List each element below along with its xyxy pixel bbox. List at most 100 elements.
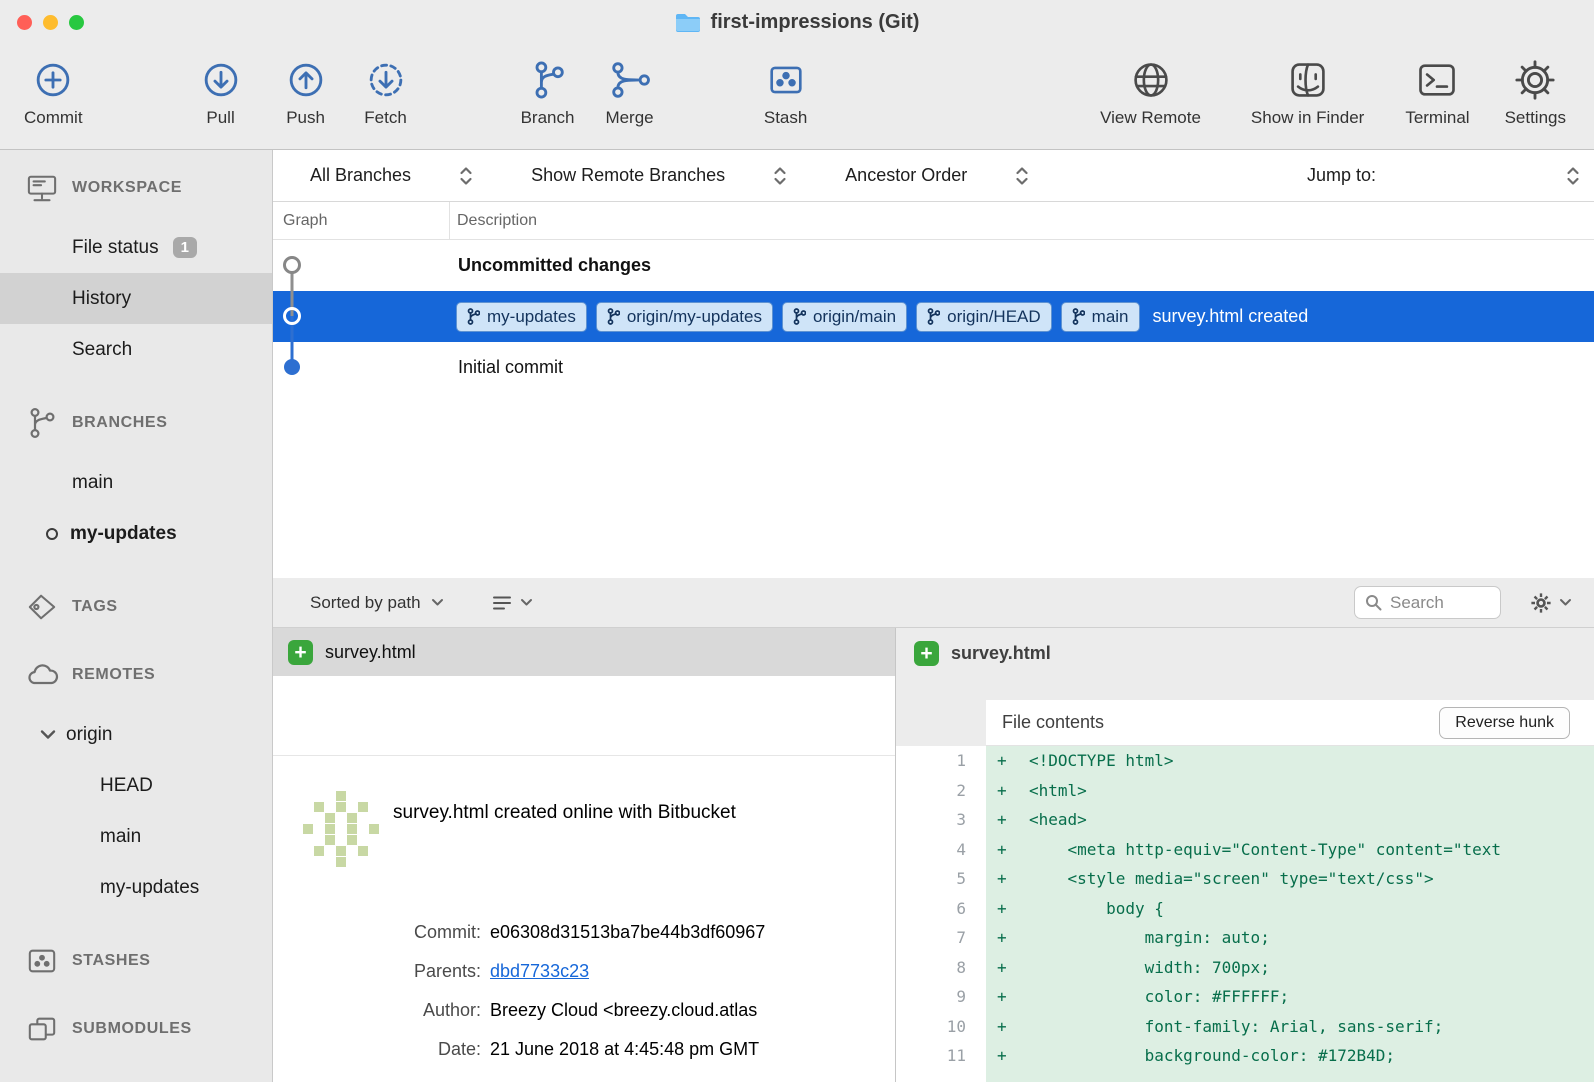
terminal-label: Terminal <box>1405 108 1469 128</box>
reverse-hunk-button[interactable]: Reverse hunk <box>1439 707 1570 739</box>
graph-column-label: Graph <box>283 212 327 230</box>
diff-code: <meta http-equiv="Content-Type" content=… <box>1029 835 1501 865</box>
row-initial-commit[interactable]: Initial commit <box>273 342 1594 393</box>
branch-label-origin-head: origin/HEAD <box>916 302 1052 332</box>
branch-button[interactable]: Branch <box>521 57 575 128</box>
commit-hash-row: Commit: e06308d31513ba7be44b3df60967 <box>273 913 895 952</box>
pull-button[interactable]: Pull <box>199 57 243 128</box>
search-label: Search <box>72 339 132 361</box>
file-search-input[interactable]: Search <box>1354 586 1501 619</box>
diff-sign: + <box>986 1012 1029 1042</box>
diff-code: background-color: #172B4D; <box>1029 1041 1395 1071</box>
file-options-select[interactable] <box>1529 591 1572 615</box>
zoom-window-button[interactable] <box>69 15 84 30</box>
settings-button[interactable]: Settings <box>1505 57 1566 128</box>
diff-sign: + <box>986 982 1029 1012</box>
content-area: All Branches Show Remote Branches Ancest… <box>273 150 1594 1082</box>
view-options-select[interactable] <box>492 595 533 611</box>
workspace-section-header[interactable]: WORKSPACE <box>0 168 272 208</box>
diff-sign: + <box>986 894 1029 924</box>
history-column-headers: Graph Description <box>273 202 1594 240</box>
parents-row: Parents: dbd7733c23 <box>273 952 895 991</box>
view-remote-label: View Remote <box>1100 108 1201 128</box>
sidebar-item-origin-head[interactable]: HEAD <box>0 760 272 811</box>
file-status-badge: 1 <box>173 237 197 258</box>
sidebar-item-file-status[interactable]: File status 1 <box>0 222 272 273</box>
remote-branches-filter-select[interactable]: Show Remote Branches <box>531 165 787 186</box>
sidebar-item-origin[interactable]: origin <box>0 709 272 760</box>
commit-button[interactable]: Commit <box>24 57 83 128</box>
line-number: 6 <box>896 894 986 924</box>
diff-code: color: #FFFFFF; <box>1029 982 1289 1012</box>
diff-code: <style media="screen" type="text/css"> <box>1029 864 1434 894</box>
terminal-icon <box>1415 57 1459 103</box>
description-column-header[interactable]: Description <box>450 202 537 239</box>
author-row: Author: Breezy Cloud <breezy.cloud.atlas <box>273 991 895 1030</box>
fetch-label: Fetch <box>364 108 407 128</box>
row-uncommitted-changes[interactable]: Uncommitted changes <box>273 240 1594 291</box>
jump-to-select[interactable]: Jump to: <box>1307 165 1580 186</box>
branches-section-header[interactable]: BRANCHES <box>0 403 272 443</box>
fetch-button[interactable]: Fetch <box>364 57 408 128</box>
chevron-down-icon <box>1559 598 1572 607</box>
branch-filter-value: All Branches <box>310 165 411 186</box>
diff-sign: + <box>986 923 1029 953</box>
ancestor-order-value: Ancestor Order <box>845 165 967 186</box>
submodules-title: SUBMODULES <box>72 1020 192 1038</box>
sidebar-item-history[interactable]: History <box>0 273 272 324</box>
diff-code: <!DOCTYPE html> <box>1029 746 1174 776</box>
workspace-icon <box>24 173 60 203</box>
branches-icon <box>24 407 60 439</box>
tags-title: TAGS <box>72 598 118 616</box>
cloud-icon <box>24 662 60 688</box>
stashes-section-header[interactable]: STASHES <box>0 941 272 981</box>
sourcetree-window: first-impressions (Git) Commit Pull Push <box>0 0 1594 1082</box>
history-label: History <box>72 288 131 310</box>
branch-filter-select[interactable]: All Branches <box>310 165 473 186</box>
diff-code: <html> <box>1029 776 1087 806</box>
origin-label: origin <box>66 724 112 746</box>
pill-label: origin/my-updates <box>627 307 762 327</box>
sidebar-item-search[interactable]: Search <box>0 324 272 375</box>
file-row-survey-html[interactable]: + survey.html <box>273 628 895 676</box>
sort-by-path-select[interactable]: Sorted by path <box>310 593 444 613</box>
diff-code: font-family: Arial, sans-serif; <box>1029 1012 1443 1042</box>
sidebar-item-origin-main[interactable]: main <box>0 811 272 862</box>
parents-label: Parents: <box>273 961 490 982</box>
window-title: first-impressions (Git) <box>711 11 920 34</box>
tags-section-header[interactable]: TAGS <box>0 587 272 627</box>
remotes-section-header[interactable]: REMOTES <box>0 655 272 695</box>
file-list-empty-space <box>273 676 895 755</box>
diff-sign: + <box>986 1041 1029 1071</box>
diff-body: 1+<!DOCTYPE html> 2+<html> 3+<head> 4+ <… <box>896 746 1594 1082</box>
parent-hash-link[interactable]: dbd7733c23 <box>490 961 589 982</box>
line-number: 5 <box>896 864 986 894</box>
merge-button[interactable]: Merge <box>605 57 653 128</box>
sidebar-item-branch-my-updates[interactable]: my-updates <box>0 508 272 559</box>
jump-to-label: Jump to: <box>1307 165 1376 186</box>
ancestor-order-select[interactable]: Ancestor Order <box>845 165 1029 186</box>
sidebar-item-branch-main[interactable]: main <box>0 457 272 508</box>
date-label: Date: <box>273 1039 490 1060</box>
show-in-finder-button[interactable]: Show in Finder <box>1251 57 1364 128</box>
terminal-button[interactable]: Terminal <box>1405 57 1469 128</box>
show-in-finder-label: Show in Finder <box>1251 108 1364 128</box>
sidebar: WORKSPACE File status 1 History Search <box>0 150 273 1082</box>
close-window-button[interactable] <box>17 15 32 30</box>
avatar <box>300 789 382 871</box>
minimize-window-button[interactable] <box>43 15 58 30</box>
origin-my-updates-label: my-updates <box>100 877 199 899</box>
row-selected-commit[interactable]: my-updates origin/my-updates origin/main… <box>273 291 1594 342</box>
line-number: 9 <box>896 982 986 1012</box>
view-remote-button[interactable]: View Remote <box>1100 57 1201 128</box>
push-button[interactable]: Push <box>284 57 328 128</box>
remotes-section: REMOTES origin HEAD main my-updates <box>0 655 272 913</box>
graph-column-header[interactable]: Graph <box>273 202 450 239</box>
submodules-section-header[interactable]: SUBMODULES <box>0 1009 272 1049</box>
push-label: Push <box>286 108 325 128</box>
diff-sign: + <box>986 746 1029 776</box>
sidebar-item-origin-my-updates[interactable]: my-updates <box>0 862 272 913</box>
stash-button[interactable]: Stash <box>764 57 808 128</box>
diff-sign: + <box>986 776 1029 806</box>
chevron-down-icon <box>431 598 444 607</box>
